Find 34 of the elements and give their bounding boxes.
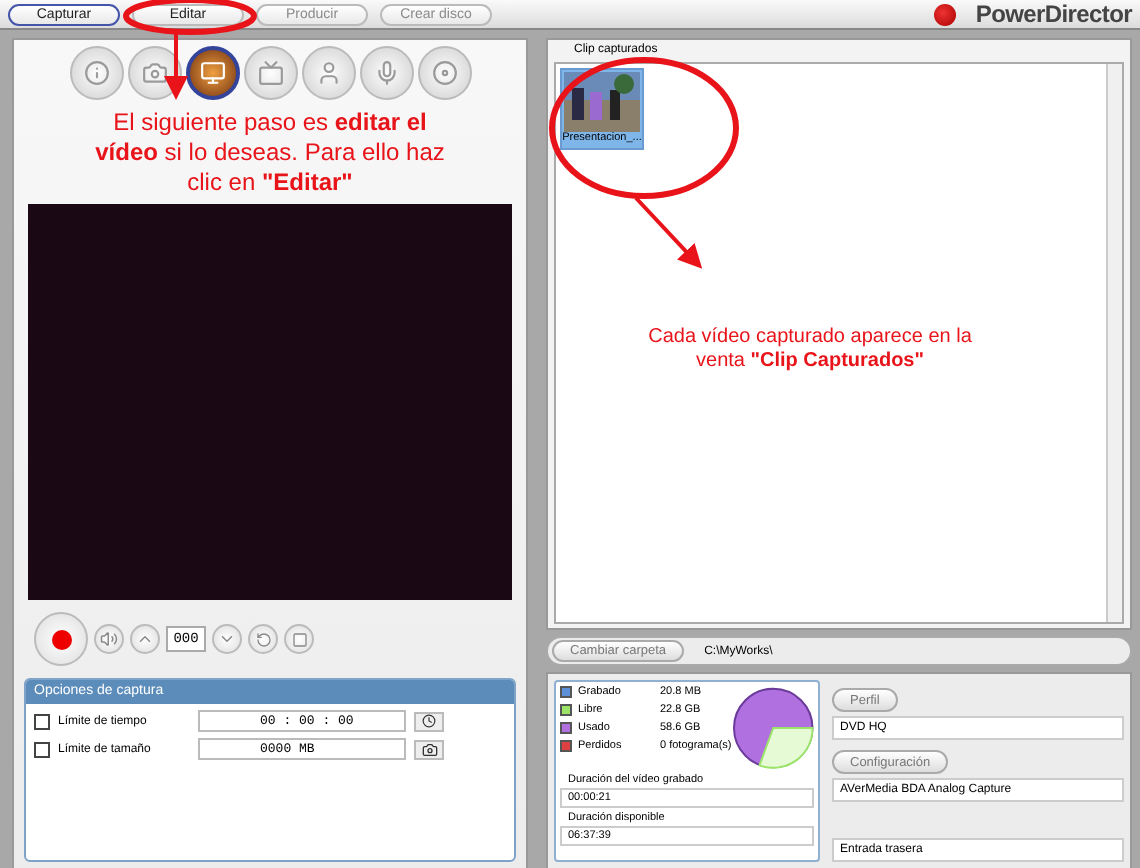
- volume-button[interactable]: [94, 624, 124, 654]
- annotation-arrow: [164, 34, 188, 100]
- monitor-icon: [199, 60, 225, 86]
- record-button[interactable]: [34, 612, 88, 666]
- mic-icon: [373, 60, 399, 86]
- up-icon: [136, 630, 154, 648]
- tv-icon: [257, 60, 283, 86]
- scrollbar[interactable]: [1106, 64, 1122, 622]
- speaker-icon: [100, 630, 118, 648]
- tool-button[interactable]: [185, 46, 239, 100]
- down-button[interactable]: [212, 624, 242, 654]
- checkbox[interactable]: [34, 713, 50, 729]
- camera-icon: [421, 741, 437, 757]
- info-icon: [83, 60, 109, 86]
- down-icon: [218, 630, 236, 648]
- screen-button[interactable]: [284, 624, 314, 654]
- checkbox[interactable]: [34, 741, 50, 757]
- app-logo: PowerDirector: [975, 0, 1132, 28]
- disk-pie-drawing: [731, 686, 814, 770]
- up-button[interactable]: [130, 624, 160, 654]
- reset-button[interactable]: [248, 624, 278, 654]
- camera-icon: [141, 60, 167, 86]
- annotation-text: El siguiente paso es editar el vídeo si lo deseas. Para ello haz clic en "Editar": [93, 108, 447, 198]
- annotation-text: Cada vídeo capturado aparece en la venta "Clip Capturados": [646, 326, 974, 374]
- snapshot-button[interactable]: [414, 739, 444, 759]
- timer-button[interactable]: [414, 711, 444, 731]
- reset-icon: [255, 631, 271, 647]
- clock-icon: [422, 714, 436, 728]
- annotation-arrow: [634, 196, 703, 269]
- disc-icon: [431, 60, 457, 86]
- record-icon: [51, 629, 71, 649]
- screen-icon: [291, 631, 307, 647]
- user-icon: [315, 60, 341, 86]
- logo-icon: [933, 3, 956, 25]
